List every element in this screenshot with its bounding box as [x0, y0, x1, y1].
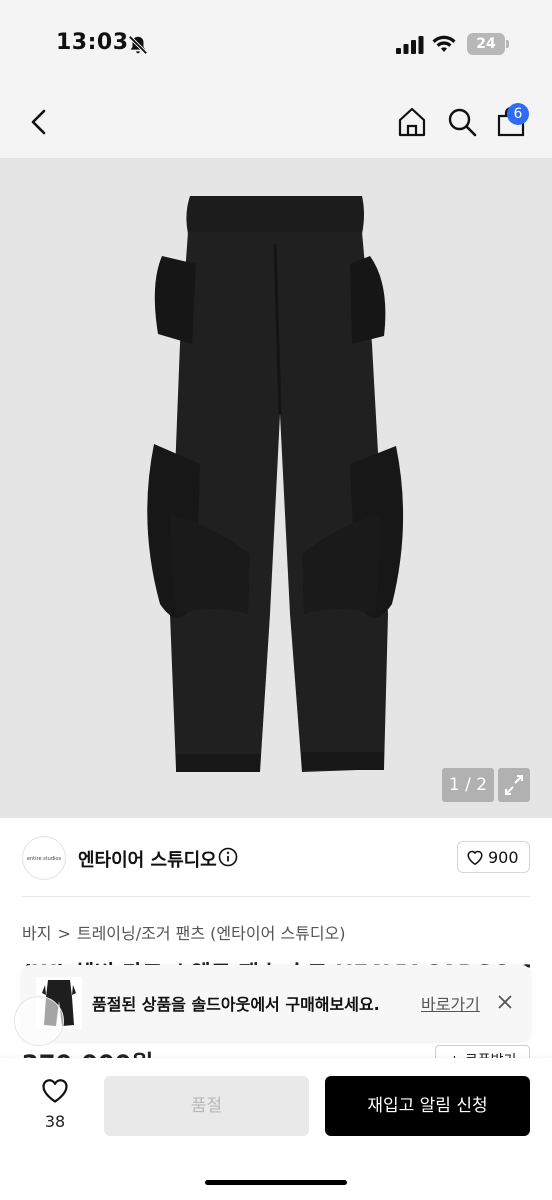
wish-button[interactable]: 38 — [22, 1076, 88, 1140]
brand-like-button[interactable]: 900 — [457, 841, 530, 873]
status-time: 13:03 — [56, 30, 129, 55]
breadcrumb: 바지 > 트레이닝/조거 팬츠 (엔타이어 스튜디오) — [22, 920, 346, 944]
image-counter: 1 / 2 — [442, 768, 494, 802]
wifi-icon — [432, 35, 456, 52]
heart-icon — [42, 1079, 68, 1103]
bottom-action-bar: 38 품절 재입고 알림 신청 — [0, 1058, 552, 1200]
soldout-promo-banner[interactable]: 품절된 상품을 솔드아웃에서 구매해보세요. 바로가기 — [22, 965, 530, 1041]
brand-logo[interactable]: entire studios — [22, 836, 66, 880]
breadcrumb-category[interactable]: 트레이닝/조거 팬츠 (엔타이어 스튜디오) — [77, 924, 346, 943]
product-image-gallery[interactable]: 1 / 2 — [0, 158, 552, 818]
breadcrumb-separator: > — [57, 924, 71, 943]
home-icon[interactable] — [396, 106, 428, 138]
brand-name[interactable]: 엔타이어 스튜디오 — [78, 846, 217, 872]
breadcrumb-root[interactable]: 바지 — [22, 924, 51, 943]
banner-go-link[interactable]: 바로가기 — [421, 991, 480, 1015]
expand-icon — [505, 775, 523, 795]
close-icon[interactable] — [496, 993, 514, 1011]
brand-like-count: 900 — [488, 848, 519, 867]
soldout-button: 품절 — [104, 1076, 309, 1136]
status-bar: 13:03 24 — [0, 0, 552, 90]
cart-count-badge: 6 — [507, 103, 529, 125]
banner-message: 품절된 상품을 솔드아웃에서 구매해보세요. — [92, 995, 380, 1014]
back-icon[interactable] — [26, 107, 52, 137]
expand-image-button[interactable] — [498, 768, 530, 802]
info-icon[interactable] — [218, 847, 238, 867]
battery-indicator: 24 — [467, 33, 509, 55]
wish-count: 38 — [44, 1112, 66, 1131]
heart-icon — [467, 850, 483, 866]
floating-chat-button[interactable] — [14, 996, 64, 1046]
divider — [22, 896, 530, 897]
signal-icon — [396, 36, 424, 54]
restock-alert-button[interactable]: 재입고 알림 신청 — [325, 1076, 530, 1136]
top-nav-bar: 6 — [0, 90, 552, 158]
home-indicator — [205, 1180, 347, 1185]
bell-muted-icon — [128, 35, 148, 55]
product-photo-cargo-pants — [147, 196, 404, 772]
search-icon[interactable] — [446, 106, 478, 138]
